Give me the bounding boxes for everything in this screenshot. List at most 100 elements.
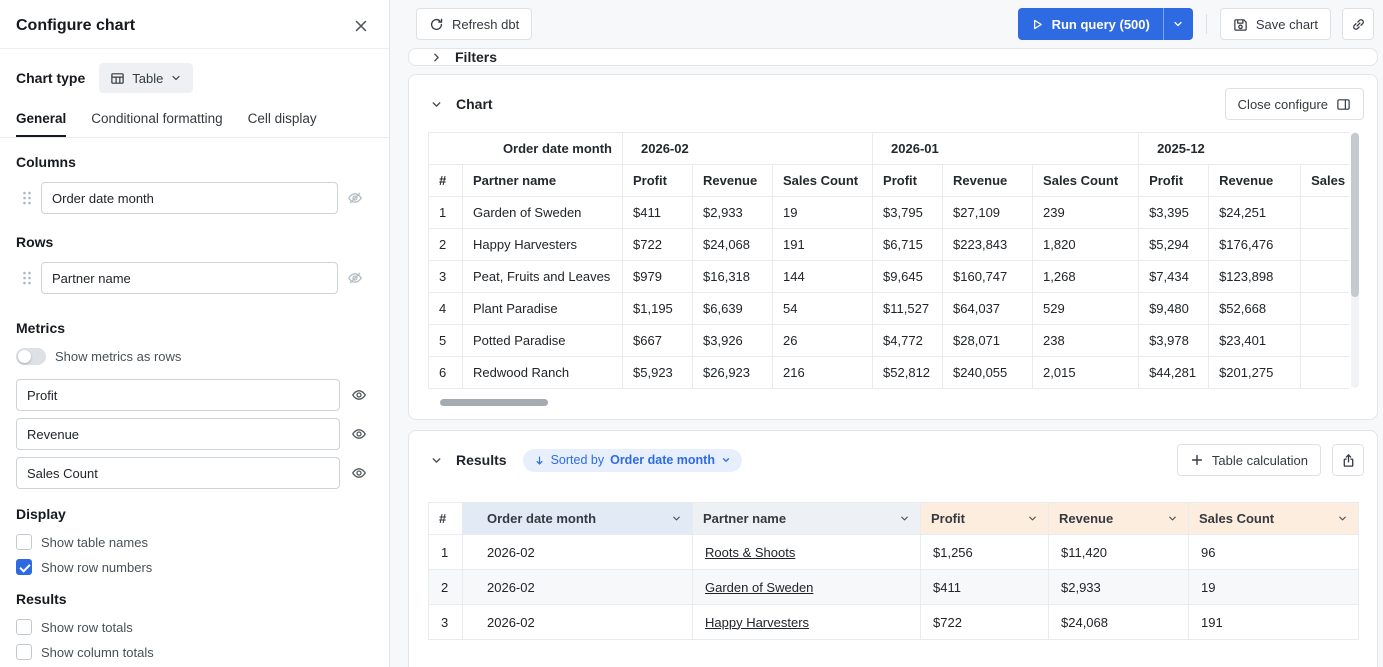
- drag-handle-icon[interactable]: [22, 191, 32, 205]
- tab-general[interactable]: General: [16, 101, 66, 137]
- pivot-metric-header: Sales Count: [1033, 165, 1139, 197]
- checkbox-label: Show row numbers: [41, 560, 152, 575]
- results-header-order-date-month[interactable]: Order date month: [463, 503, 693, 535]
- chart-type-dropdown[interactable]: Table: [99, 63, 193, 93]
- value-cell: 1,268: [1033, 261, 1139, 293]
- rows-field-input[interactable]: [41, 262, 338, 294]
- metric-input-sales-count[interactable]: [16, 457, 340, 489]
- run-query-options-button[interactable]: [1163, 8, 1193, 40]
- metric-input-revenue[interactable]: [16, 418, 340, 450]
- pivot-row: 6Redwood Ranch$5,923$26,923216$52,812$24…: [429, 357, 1350, 389]
- save-icon: [1233, 17, 1248, 32]
- results-header-partner-name[interactable]: Partner name: [693, 503, 921, 535]
- results-header-profit[interactable]: Profit: [921, 503, 1049, 535]
- save-chart-button[interactable]: Save chart: [1220, 8, 1331, 40]
- value-cell: $123,898: [1209, 261, 1301, 293]
- row-number-cell: 5: [429, 325, 463, 357]
- pivot-table-area: Order date month 2026-02 2026-01 2025-12…: [409, 132, 1377, 395]
- tab-conditional-formatting[interactable]: Conditional formatting: [91, 101, 222, 137]
- value-cell: $52,668: [1209, 293, 1301, 325]
- tab-cell-display[interactable]: Cell display: [248, 101, 317, 137]
- columns-field-row: [22, 182, 363, 214]
- horizontal-scrollbar-thumb[interactable]: [440, 399, 548, 406]
- chevron-right-icon: [430, 51, 443, 64]
- checkbox[interactable]: [16, 559, 32, 575]
- partner-name-link[interactable]: Roots & Shoots: [705, 545, 795, 560]
- topbar: Refresh dbt Run query (500) Save chart: [390, 0, 1383, 48]
- eye-icon[interactable]: [351, 426, 367, 442]
- drag-handle-icon[interactable]: [22, 271, 32, 285]
- vertical-scrollbar[interactable]: [1351, 132, 1359, 388]
- results-row: 12026-02Roots & Shoots$1,256$11,42096: [429, 535, 1359, 570]
- sorted-by-badge[interactable]: Sorted by Order date month: [523, 449, 742, 472]
- sales-count-cell: 96: [1189, 535, 1359, 570]
- value-cell: 239: [1033, 197, 1139, 229]
- horizontal-scrollbar[interactable]: [428, 399, 1349, 407]
- results-row: 32026-02Happy Harvesters$722$24,068191: [429, 605, 1359, 640]
- columns-field-input[interactable]: [41, 182, 338, 214]
- close-configure-button[interactable]: Close configure: [1225, 88, 1364, 120]
- metric-input-profit[interactable]: [16, 379, 340, 411]
- metrics-as-rows-label: Show metrics as rows: [55, 349, 181, 364]
- copy-link-button[interactable]: [1342, 8, 1374, 40]
- show-row-numbers-option[interactable]: Show row numbers: [16, 559, 373, 575]
- close-panel-button[interactable]: [349, 14, 373, 38]
- value-cell: $9,645: [873, 261, 943, 293]
- results-title: Results: [456, 452, 507, 468]
- chevron-down-icon: [430, 98, 443, 111]
- pivot-metric-header: Profit: [873, 165, 943, 197]
- partner-name-cell: Peat, Fruits and Leaves: [463, 261, 623, 293]
- refresh-icon: [429, 17, 444, 32]
- partner-name-link[interactable]: Garden of Sweden: [705, 580, 813, 595]
- table-calculation-button[interactable]: Table calculation: [1177, 444, 1321, 476]
- value-cell: $16,318: [693, 261, 773, 293]
- partner-name-cell: Plant Paradise: [463, 293, 623, 325]
- run-query-label: Run query (500): [1052, 17, 1150, 32]
- results-header-revenue[interactable]: Revenue: [1049, 503, 1189, 535]
- arrow-down-icon: [534, 455, 545, 466]
- value-cell: $28,071: [943, 325, 1033, 357]
- run-query-split-button: Run query (500): [1018, 8, 1193, 40]
- export-results-button[interactable]: [1332, 444, 1364, 476]
- profit-cell: $722: [921, 605, 1049, 640]
- results-label: Results: [16, 591, 373, 607]
- pivot-metric-header: Revenue: [693, 165, 773, 197]
- eye-icon[interactable]: [351, 465, 367, 481]
- results-header-num[interactable]: #: [429, 503, 463, 535]
- eye-off-icon[interactable]: [347, 270, 363, 286]
- chevron-down-icon: [1027, 513, 1038, 524]
- value-cell: $223,843: [943, 229, 1033, 261]
- chart-collapse-toggle[interactable]: Chart: [430, 96, 493, 112]
- show-row-totals-option[interactable]: Show row totals: [16, 619, 373, 635]
- checkbox[interactable]: [16, 644, 32, 660]
- chevron-down-icon: [721, 455, 731, 465]
- value-cell: 191: [773, 229, 873, 261]
- partner-name-link[interactable]: Happy Harvesters: [705, 615, 809, 630]
- vertical-scrollbar-thumb[interactable]: [1351, 133, 1359, 297]
- eye-off-icon[interactable]: [347, 190, 363, 206]
- partner-name-cell: Happy Harvesters: [463, 229, 623, 261]
- pivot-corner-label: Order date month: [429, 133, 623, 165]
- value-cell: $240,055: [943, 357, 1033, 389]
- metrics-as-rows-toggle[interactable]: [16, 348, 46, 365]
- checkbox[interactable]: [16, 534, 32, 550]
- value-cell: $3,395: [1139, 197, 1209, 229]
- results-header-sales-count[interactable]: Sales Count: [1189, 503, 1359, 535]
- filters-section[interactable]: Filters: [408, 48, 1378, 66]
- refresh-dbt-button[interactable]: Refresh dbt: [416, 8, 532, 40]
- value-cell: $3,795: [873, 197, 943, 229]
- pivot-row: 1Garden of Sweden$411$2,93319$3,795$27,1…: [429, 197, 1350, 229]
- show-table-names-option[interactable]: Show table names: [16, 534, 373, 550]
- checkbox[interactable]: [16, 619, 32, 635]
- eye-icon[interactable]: [351, 387, 367, 403]
- results-collapse-toggle[interactable]: Results: [430, 452, 507, 468]
- pivot-table: Order date month 2026-02 2026-01 2025-12…: [428, 132, 1349, 389]
- chart-title: Chart: [456, 96, 493, 112]
- value-cell: 144: [773, 261, 873, 293]
- checkbox-label: Show table names: [41, 535, 148, 550]
- sales-count-cell: 191: [1189, 605, 1359, 640]
- run-query-button[interactable]: Run query (500): [1018, 8, 1163, 40]
- pivot-group-2025-12: 2025-12: [1139, 133, 1349, 165]
- show-column-totals-option[interactable]: Show column totals: [16, 644, 373, 660]
- value-cell: $9,480: [1139, 293, 1209, 325]
